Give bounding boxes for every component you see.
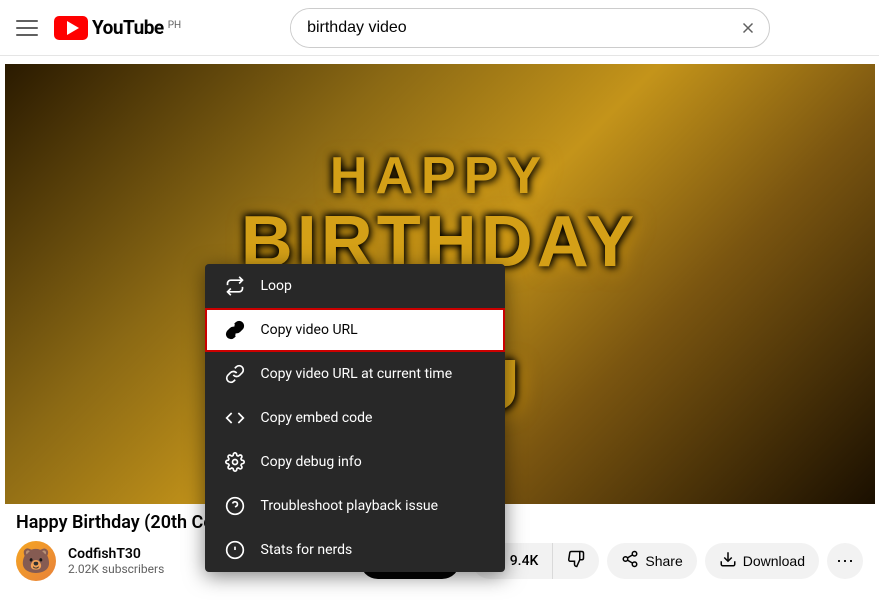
search-input[interactable] <box>291 9 727 47</box>
menu-label-troubleshoot: Troubleshoot playback issue <box>261 498 439 514</box>
menu-label-loop: Loop <box>261 278 292 294</box>
menu-label-copy-url: Copy video URL <box>261 322 358 338</box>
hamburger-menu[interactable] <box>16 20 38 36</box>
thumbs-down-icon <box>567 550 585 572</box>
action-buttons: 9.4K <box>472 543 863 579</box>
country-code: PH <box>168 20 181 31</box>
download-button[interactable]: Download <box>705 543 819 579</box>
search-bar <box>290 8 770 48</box>
share-button[interactable]: Share <box>607 543 696 579</box>
menu-item-loop[interactable]: Loop <box>205 264 505 308</box>
youtube-wordmark: YouTube <box>92 16 164 39</box>
download-icon <box>719 550 737 573</box>
download-label: Download <box>743 553 805 569</box>
debug-icon <box>225 452 245 472</box>
menu-item-copy-url[interactable]: Copy video URL <box>205 308 505 352</box>
troubleshoot-icon <box>225 496 245 516</box>
header-left: YouTube PH <box>16 16 181 40</box>
play-triangle <box>67 21 79 35</box>
menu-label-copy-url-time: Copy video URL at current time <box>261 366 453 382</box>
menu-label-copy-embed: Copy embed code <box>261 410 373 426</box>
menu-item-troubleshoot[interactable]: Troubleshoot playback issue <box>205 484 505 528</box>
context-menu: Loop Copy video URL Copy video URL at cu… <box>205 264 505 572</box>
header: YouTube PH <box>0 0 879 56</box>
menu-label-copy-debug: Copy debug info <box>261 454 362 470</box>
avatar-emoji: 🐻 <box>21 547 51 575</box>
loop-icon <box>225 276 245 296</box>
video-container[interactable]: HAPPY BIRTHDAY TO YOU Loop <box>5 64 875 504</box>
share-icon <box>621 550 639 573</box>
dislike-button[interactable] <box>553 543 599 579</box>
birthday-line1: HAPPY <box>241 146 638 206</box>
youtube-logo[interactable]: YouTube PH <box>54 16 181 40</box>
menu-label-stats: Stats for nerds <box>261 542 353 558</box>
more-dots-icon: ⋯ <box>836 551 854 572</box>
stats-icon <box>225 540 245 560</box>
more-options-button[interactable]: ⋯ <box>827 543 863 579</box>
menu-item-copy-embed[interactable]: Copy embed code <box>205 396 505 440</box>
search-clear-button[interactable] <box>727 19 769 37</box>
menu-item-copy-url-time[interactable]: Copy video URL at current time <box>205 352 505 396</box>
menu-item-stats[interactable]: Stats for nerds <box>205 528 505 572</box>
copy-url-time-icon <box>225 364 245 384</box>
embed-icon <box>225 408 245 428</box>
menu-item-copy-debug[interactable]: Copy debug info <box>205 440 505 484</box>
like-count: 9.4K <box>510 553 539 569</box>
copy-url-icon <box>225 320 245 340</box>
share-label: Share <box>645 553 682 569</box>
channel-avatar[interactable]: 🐻 <box>16 541 56 581</box>
youtube-icon <box>54 16 88 40</box>
